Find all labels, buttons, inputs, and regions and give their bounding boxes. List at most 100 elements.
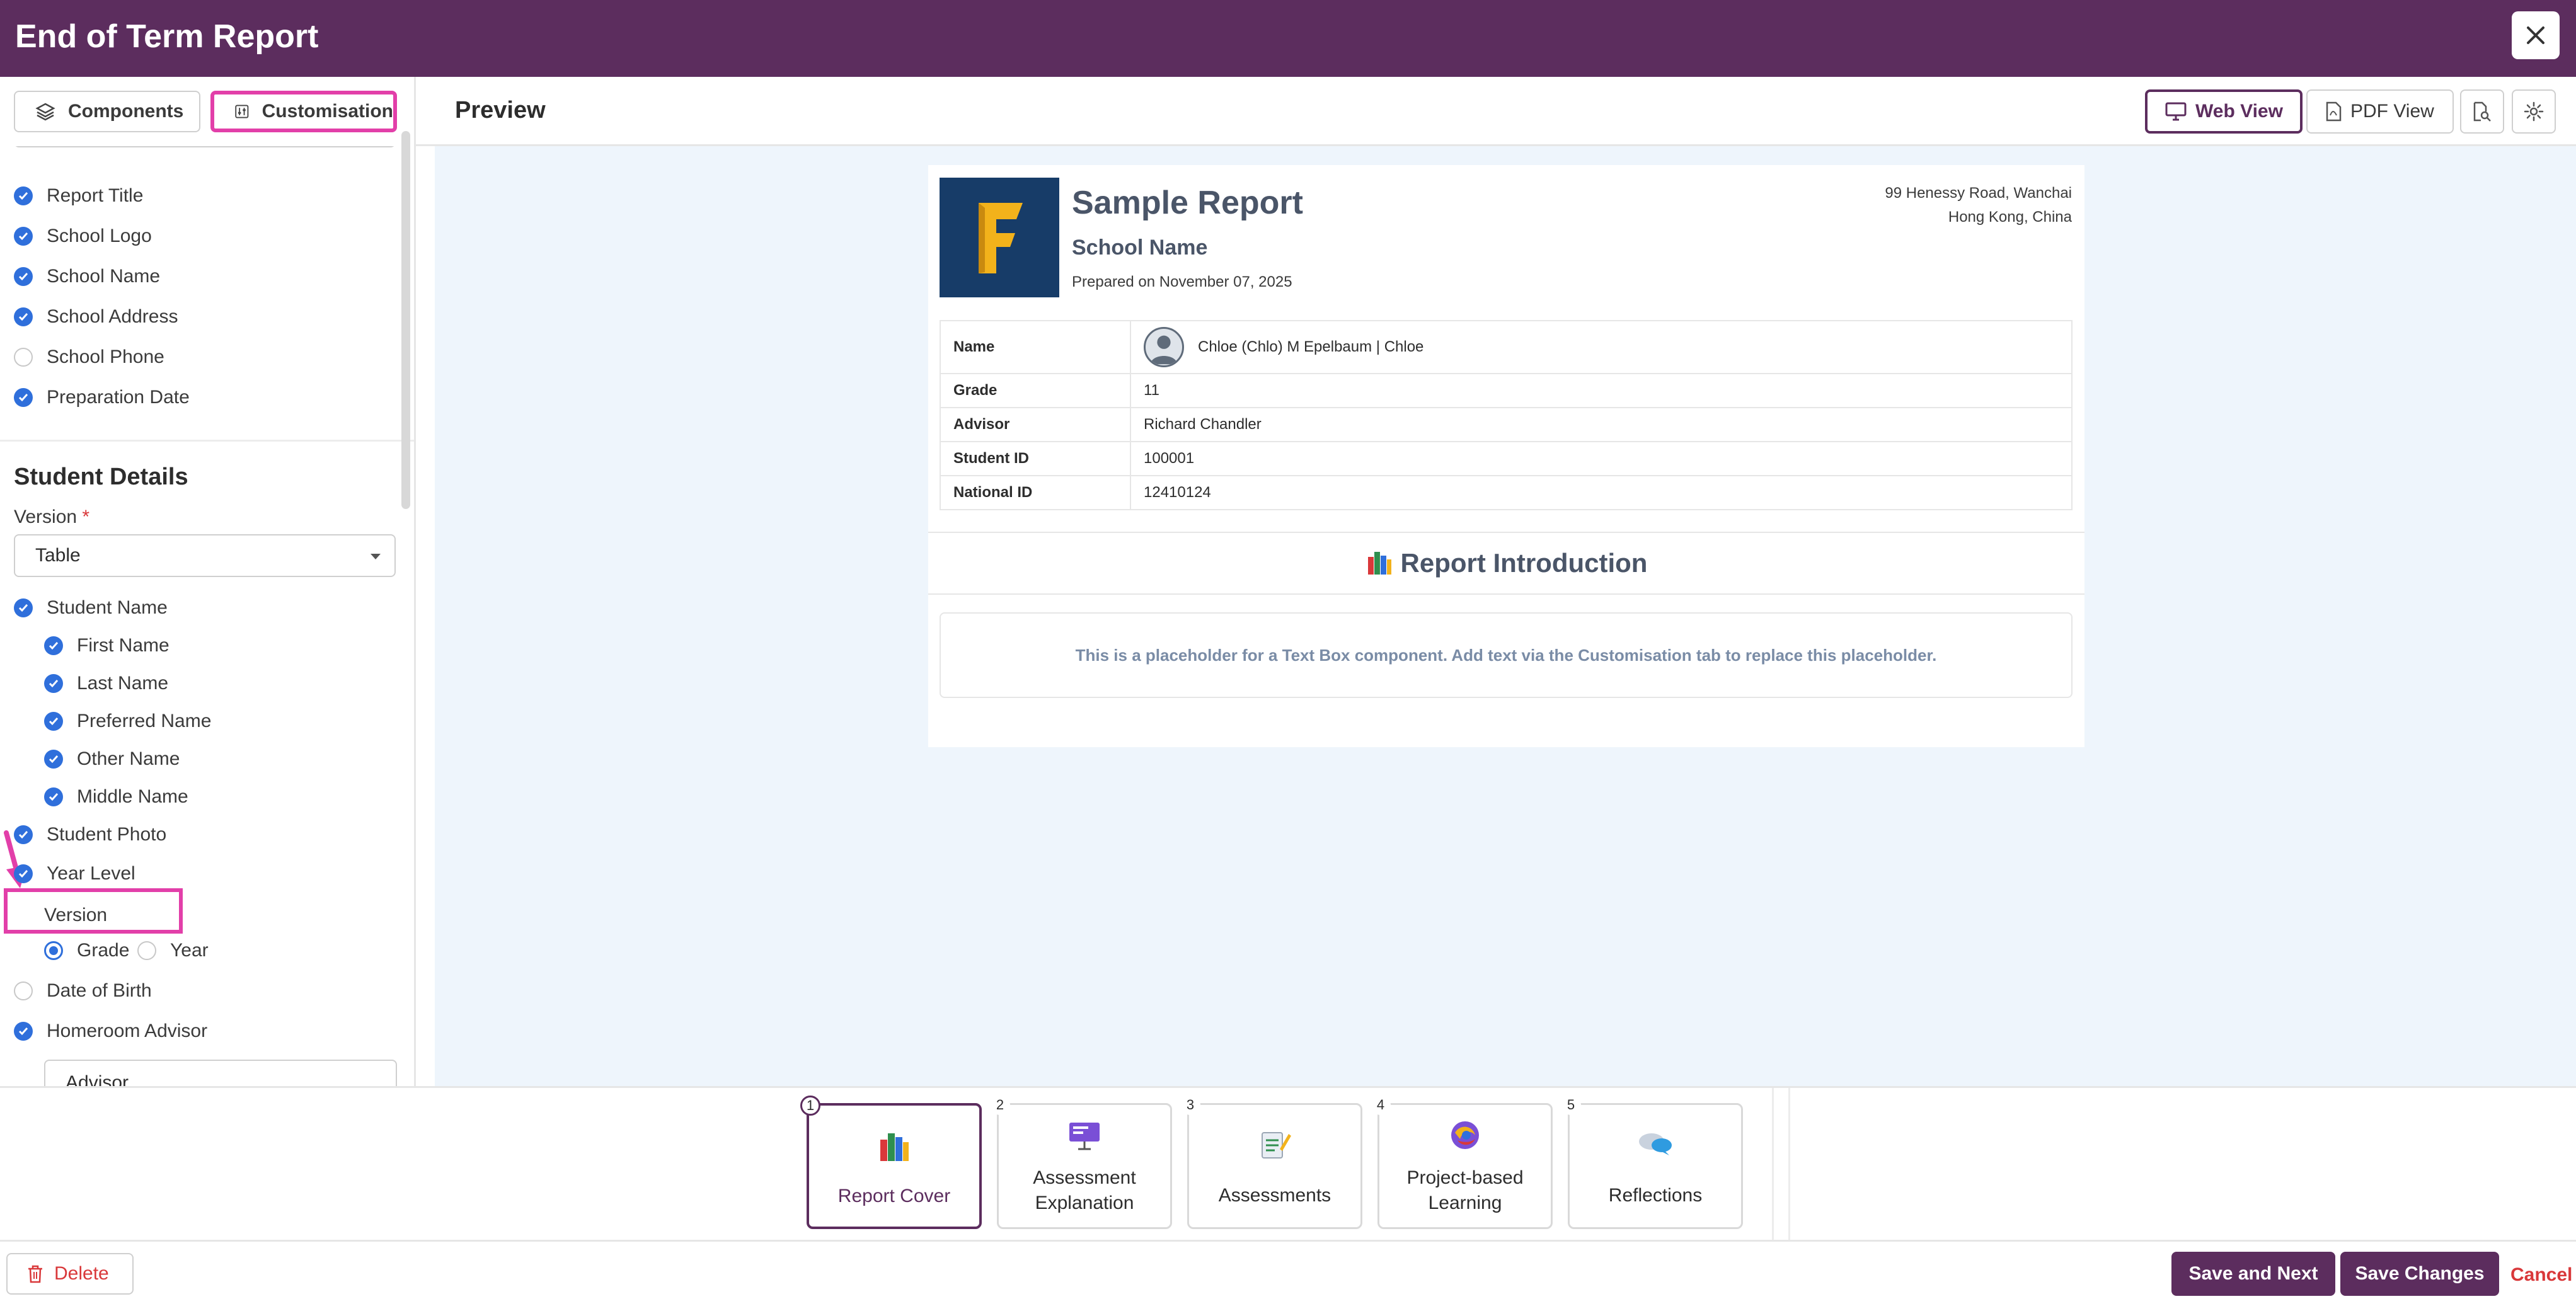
tab-components[interactable]: Components bbox=[14, 91, 200, 132]
option-label: School Address bbox=[47, 306, 178, 327]
checkbox-checked[interactable] bbox=[14, 267, 33, 286]
option-homeroom-advisor[interactable]: Homeroom Advisor bbox=[14, 1021, 207, 1042]
strip-divider bbox=[1772, 1088, 1774, 1242]
table-row: Advisor Richard Chandler bbox=[940, 407, 2073, 442]
student-details-table: Name Chloe (Chlo) M Epelbaum | Chloe Gra… bbox=[940, 320, 2073, 510]
checkbox-checked[interactable] bbox=[14, 227, 33, 246]
check-icon bbox=[49, 755, 59, 764]
checkbox-checked[interactable] bbox=[44, 674, 63, 693]
check-icon bbox=[49, 718, 59, 726]
checkbox-checked[interactable] bbox=[14, 864, 33, 883]
checkbox-checked[interactable] bbox=[14, 598, 33, 617]
check-icon bbox=[18, 313, 28, 321]
check-icon bbox=[49, 642, 59, 650]
gear-icon bbox=[2524, 101, 2544, 122]
page-card-report-cover[interactable]: 1 Report Cover bbox=[800, 1096, 982, 1229]
page-card-label-line2: Learning bbox=[1428, 1193, 1502, 1213]
panel-scrollbar[interactable] bbox=[401, 131, 410, 509]
page-card-project-based-learning[interactable]: 4 Project-based Learning bbox=[1371, 1095, 1553, 1229]
cancel-link[interactable]: Cancel bbox=[2510, 1264, 2572, 1286]
option-school-address[interactable]: School Address bbox=[14, 306, 178, 328]
panel-tabs: Components Customisation bbox=[0, 77, 414, 146]
option-label: Homeroom Advisor bbox=[47, 1021, 208, 1041]
option-school-name[interactable]: School Name bbox=[14, 266, 160, 287]
option-student-name[interactable]: Student Name bbox=[14, 597, 168, 619]
option-label: Preferred Name bbox=[77, 711, 212, 731]
pdf-view-label: PDF View bbox=[2350, 101, 2434, 122]
checkbox-checked[interactable] bbox=[14, 388, 33, 407]
page-card-assessment-explanation[interactable]: 2 Assessment Explanation bbox=[990, 1095, 1172, 1229]
checkbox-checked[interactable] bbox=[14, 186, 33, 205]
save-changes-button[interactable]: Save Changes bbox=[2340, 1252, 2499, 1296]
option-student-photo[interactable]: Student Photo bbox=[14, 824, 166, 845]
sliders-icon bbox=[235, 105, 249, 118]
option-middle-name[interactable]: Middle Name bbox=[44, 786, 188, 808]
page-card-label: Assessment bbox=[1033, 1167, 1136, 1188]
option-label: Student Photo bbox=[47, 824, 167, 845]
trash-icon bbox=[28, 1265, 42, 1283]
delete-button[interactable]: Delete bbox=[6, 1253, 134, 1295]
row-value: 11 bbox=[1130, 373, 2073, 408]
pdf-view-button[interactable]: PDF View bbox=[2306, 89, 2454, 134]
page-card-label-line2: Explanation bbox=[1035, 1193, 1134, 1213]
option-school-phone[interactable]: School Phone bbox=[14, 346, 164, 368]
student-name-value: Chloe (Chlo) M Epelbaum | Chloe bbox=[1198, 338, 1424, 355]
monitor-icon bbox=[2165, 102, 2187, 121]
checkbox-checked[interactable] bbox=[44, 750, 63, 769]
option-year-level[interactable]: Year Level bbox=[14, 863, 135, 884]
close-button[interactable] bbox=[2512, 11, 2560, 59]
row-label: Name bbox=[940, 320, 1131, 374]
option-label: Preparation Date bbox=[47, 387, 190, 408]
row-label: Grade bbox=[940, 373, 1131, 408]
window-title: End of Term Report bbox=[15, 18, 319, 55]
strip-divider bbox=[1788, 1088, 1790, 1242]
checkbox-checked[interactable] bbox=[44, 636, 63, 655]
preview-settings-button[interactable] bbox=[2512, 89, 2556, 134]
advisor-label-input[interactable]: Advisor bbox=[44, 1060, 397, 1086]
checkbox-unchecked[interactable] bbox=[14, 348, 33, 367]
option-last-name[interactable]: Last Name bbox=[44, 673, 168, 694]
text-box-placeholder[interactable]: This is a placeholder for a Text Box com… bbox=[940, 612, 2073, 698]
page-number: 4 bbox=[1371, 1095, 1391, 1115]
notepad-pencil-icon bbox=[1262, 1132, 1291, 1159]
check-icon bbox=[18, 870, 28, 878]
radio-year-option[interactable]: Year bbox=[137, 940, 209, 961]
option-school-logo[interactable]: School Logo bbox=[14, 226, 152, 247]
table-row: Student ID 100001 bbox=[940, 441, 2073, 476]
globe-swirl-icon bbox=[1451, 1121, 1479, 1149]
option-label: Student Name bbox=[47, 597, 168, 618]
radio-unselected[interactable] bbox=[137, 941, 156, 960]
option-label: Year Level bbox=[47, 863, 135, 884]
page-number: 2 bbox=[990, 1095, 1010, 1115]
school-address: 99 Henessy Road, Wanchai Hong Kong, Chin… bbox=[1885, 181, 2072, 229]
web-view-button[interactable]: Web View bbox=[2145, 89, 2303, 134]
page-card-assessments[interactable]: 3 Assessments bbox=[1180, 1095, 1362, 1229]
radio-grade-option[interactable]: Grade bbox=[44, 940, 129, 961]
version-select[interactable]: Table bbox=[14, 534, 396, 577]
report-introduction-header: Report Introduction bbox=[928, 532, 2084, 595]
save-and-next-button[interactable]: Save and Next bbox=[2171, 1252, 2335, 1296]
option-other-name[interactable]: Other Name bbox=[44, 748, 180, 770]
checkbox-checked[interactable] bbox=[44, 787, 63, 806]
checkbox-checked[interactable] bbox=[14, 825, 33, 844]
delete-label: Delete bbox=[54, 1263, 109, 1284]
checkbox-checked[interactable] bbox=[14, 1022, 33, 1041]
radio-selected[interactable] bbox=[44, 941, 63, 960]
option-report-title[interactable]: Report Title bbox=[14, 185, 143, 207]
preview-zoom-button[interactable] bbox=[2460, 89, 2504, 134]
radio-label: Grade bbox=[77, 940, 130, 961]
tab-customisation[interactable]: Customisation bbox=[210, 91, 397, 132]
option-preparation-date[interactable]: Preparation Date bbox=[14, 387, 190, 408]
check-icon bbox=[18, 604, 28, 612]
check-icon bbox=[18, 1027, 28, 1036]
option-first-name[interactable]: First Name bbox=[44, 635, 170, 656]
checkbox-unchecked[interactable] bbox=[14, 981, 33, 1000]
web-view-label: Web View bbox=[2195, 101, 2283, 122]
option-preferred-name[interactable]: Preferred Name bbox=[44, 711, 211, 732]
checkbox-checked[interactable] bbox=[44, 712, 63, 731]
title-bar: End of Term Report bbox=[0, 0, 2576, 77]
page-card-reflections[interactable]: 5 Reflections bbox=[1561, 1095, 1743, 1229]
option-date-of-birth[interactable]: Date of Birth bbox=[14, 980, 152, 1002]
checkbox-checked[interactable] bbox=[14, 307, 33, 326]
layers-icon bbox=[35, 103, 55, 121]
